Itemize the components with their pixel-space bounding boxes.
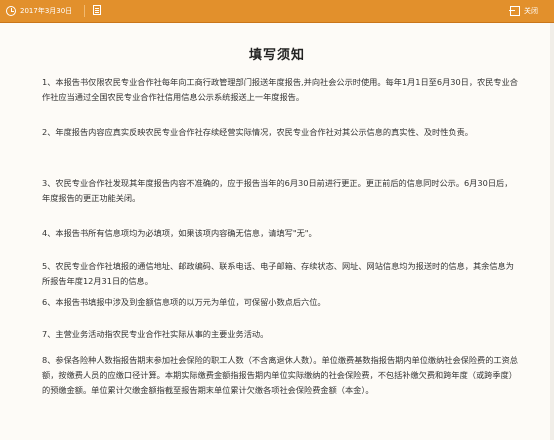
instruction-item-4: 4、本报告书所有信息项均为必填项，如果该项内容确无信息，请填写"无"。: [42, 228, 317, 238]
instruction-item-3: 3、农民专业合作社发现其年度报告内容不准确的，应于报告当年的6月30日前进行更正…: [42, 178, 513, 203]
vertical-scrollbar[interactable]: [550, 23, 554, 440]
close-button[interactable]: 关闭: [509, 4, 538, 18]
instruction-item-7: 7、主营业务活动指农民专业合作社实际从事的主要业务活动。: [42, 329, 269, 339]
document-icon[interactable]: [93, 5, 101, 15]
date-display: 2017年3月30日: [6, 4, 72, 18]
clock-icon: [6, 6, 16, 16]
exit-icon: [509, 6, 520, 16]
instruction-item-6: 6、本报告书填报中涉及到金额信息项的以万元为单位，可保留小数点后六位。: [42, 297, 326, 307]
instruction-item-5: 5、农民专业合作社填报的通信地址、邮政编码、联系电话、电子邮箱、存续状态、网址、…: [42, 261, 514, 286]
date-text: 2017年3月30日: [20, 7, 73, 15]
instruction-item-8: 8、参保各险种人数指报告期末参加社会保险的职工人数（不含离退休人数）。单位缴费基…: [42, 355, 518, 395]
instruction-item-1: 1、本报告书仅限农民专业合作社每年向工商行政管理部门报送年度报告,并向社会公示时…: [42, 77, 518, 102]
close-label: 关闭: [524, 7, 538, 15]
toolbar-divider: [84, 5, 85, 17]
instruction-item-2: 2、年度报告内容应真实反映农民专业合作社存续经营实际情况，农民专业合作社对其公示…: [42, 127, 473, 137]
page-title: 填写须知: [248, 48, 305, 63]
top-toolbar: 2017年3月30日 关闭: [0, 0, 554, 23]
